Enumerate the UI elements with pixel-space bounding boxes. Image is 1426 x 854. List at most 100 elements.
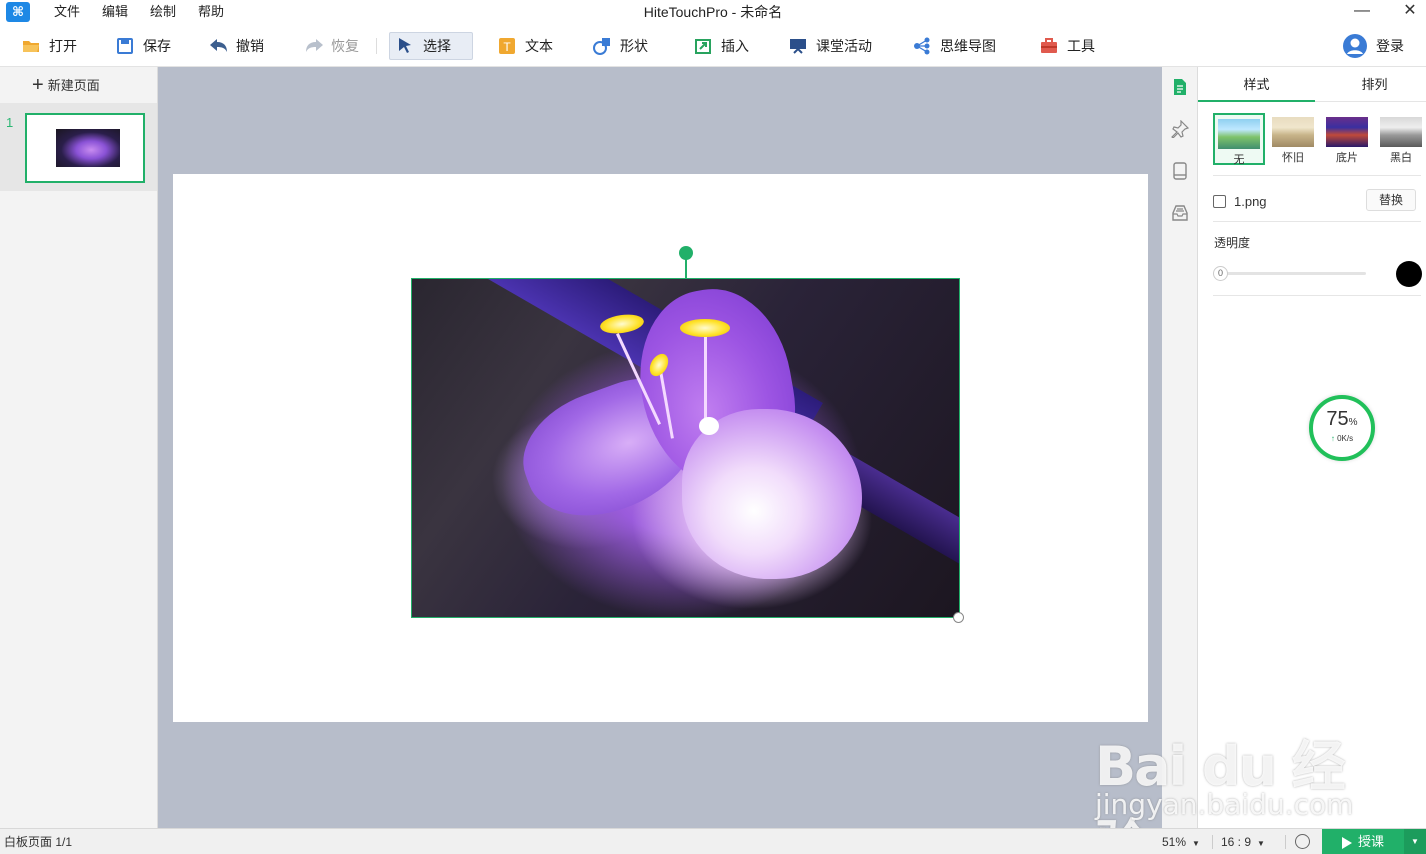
hitetouch-logo-icon: ⌘ [6,2,30,22]
open-button[interactable]: 打开 [16,32,83,60]
divider [1213,295,1421,296]
chevron-down-icon: ▼ [1257,839,1265,848]
play-icon [1341,836,1352,849]
folder-icon [22,37,40,55]
filter-none[interactable]: 无 [1213,113,1265,166]
undo-button[interactable]: 撤销 [203,32,270,60]
filter-label: 黑白 [1390,152,1412,164]
login-button[interactable]: 登录 [1337,32,1410,60]
upload-arrow-icon: ↑ [1330,434,1335,443]
whiteboard-slide[interactable] [173,174,1148,722]
plus-icon: + [32,73,44,96]
filter-preview [1326,117,1368,147]
aspect-ratio-select[interactable]: 16 : 9 ▼ [1221,829,1265,854]
shape-icon [593,37,611,55]
insert-label: 插入 [721,38,749,54]
text-button[interactable]: T 文本 [492,32,559,60]
image-pistil [699,417,719,435]
network-speed-widget[interactable]: 75% ↑ 0K/s [1309,395,1375,461]
opacity-slider[interactable] [1218,272,1366,275]
toolbar-divider [376,38,377,54]
touch-mode-icon[interactable] [1295,834,1310,849]
inserted-flower-image[interactable] [411,278,960,618]
page-info: 白板页面 1/1 [4,835,73,849]
watermark-sub: jingyan.baidu.com [1095,788,1354,821]
status-bar: 白板页面 1/1 51% ▼ 16 : 9 ▼ 授课 ▼ [0,828,1426,854]
page-list-item[interactable]: 1 [0,103,157,191]
divider [1213,175,1421,176]
menu-file[interactable]: 文件 [54,0,80,24]
class-activity-button[interactable]: 课堂活动 [783,32,878,60]
redo-label: 恢复 [331,38,359,54]
class-activity-label: 课堂活动 [816,38,872,54]
redo-button[interactable]: 恢复 [298,32,365,60]
page-number: 1 [6,115,14,130]
save-button[interactable]: 保存 [110,32,177,60]
speed-rate: ↑ 0K/s [1330,434,1354,443]
chevron-down-icon: ▼ [1192,839,1200,848]
page-panel: + 新建页面 1 [0,67,158,828]
color-picker[interactable] [1396,261,1422,287]
mindmap-icon [913,37,931,55]
opacity-slider-knob[interactable]: 0 [1213,266,1228,281]
start-class-button[interactable]: 授课 [1322,829,1404,854]
text-label: 文本 [525,38,553,54]
resize-handle[interactable] [953,612,964,623]
rotate-handle-stem [685,259,687,278]
baidu-jingyan-watermark: Bai du 经验 jingyan.baidu.com [1090,700,1380,854]
document-icon[interactable] [1171,78,1189,96]
image-file-row: 1.png 替换 [1213,189,1421,213]
divider [1213,221,1421,222]
image-filter-list: 无 怀旧 底片 黑白 [1213,113,1426,166]
shape-button[interactable]: 形状 [587,32,654,60]
tab-arrange[interactable]: 排列 [1316,67,1426,102]
insert-icon [694,37,712,55]
filter-negative[interactable]: 底片 [1321,113,1373,165]
opacity-label: 透明度 [1214,236,1251,250]
close-button[interactable]: ✕ [1392,0,1426,24]
filter-black-white[interactable]: 黑白 [1375,113,1426,165]
menu-help[interactable]: 帮助 [198,0,224,24]
text-icon: T [498,37,516,55]
svg-text:T: T [503,40,511,54]
replace-button[interactable]: 替换 [1366,189,1416,211]
filter-label: 无 [1233,154,1245,166]
properties-tabs: 样式 排列 [1198,67,1426,102]
classroom-icon [789,37,807,55]
new-page-button[interactable]: + 新建页面 [32,73,100,96]
menu-edit[interactable]: 编辑 [102,0,128,24]
pin-icon[interactable] [1171,119,1190,139]
image-anther [680,319,730,337]
filter-label: 底片 [1336,152,1358,164]
thumbnail-image [56,129,120,167]
tab-style[interactable]: 样式 [1198,67,1315,102]
menu-bar: 文件 编辑 绘制 帮助 [54,0,246,24]
tools-button[interactable]: 工具 [1034,32,1101,60]
select-label: 选择 [423,38,451,54]
zoom-select[interactable]: 51% ▼ [1162,829,1200,854]
undo-icon [209,37,227,55]
minimize-button[interactable]: — [1344,0,1380,24]
mindmap-button[interactable]: 思维导图 [907,32,1002,60]
save-label: 保存 [143,38,171,54]
status-divider [1285,835,1286,849]
insert-button[interactable]: 插入 [688,32,755,60]
archive-icon[interactable] [1171,204,1189,222]
image-file-name: 1.png [1234,193,1267,209]
mindmap-label: 思维导图 [940,38,996,54]
save-icon [116,37,134,55]
book-icon[interactable] [1171,162,1189,180]
start-class-dropdown[interactable]: ▼ [1404,829,1426,854]
image-file-icon [1213,194,1226,208]
filter-nostalgia[interactable]: 怀旧 [1267,113,1319,165]
redo-icon [304,37,323,55]
select-button[interactable]: 选择 [389,32,473,60]
page-thumbnail[interactable] [25,113,145,183]
filter-label: 怀旧 [1282,152,1304,164]
rotate-handle[interactable] [679,246,693,260]
toolbox-icon [1040,37,1058,55]
tools-label: 工具 [1067,38,1095,54]
open-label: 打开 [49,38,77,54]
filter-preview [1218,119,1260,149]
menu-draw[interactable]: 绘制 [150,0,176,24]
